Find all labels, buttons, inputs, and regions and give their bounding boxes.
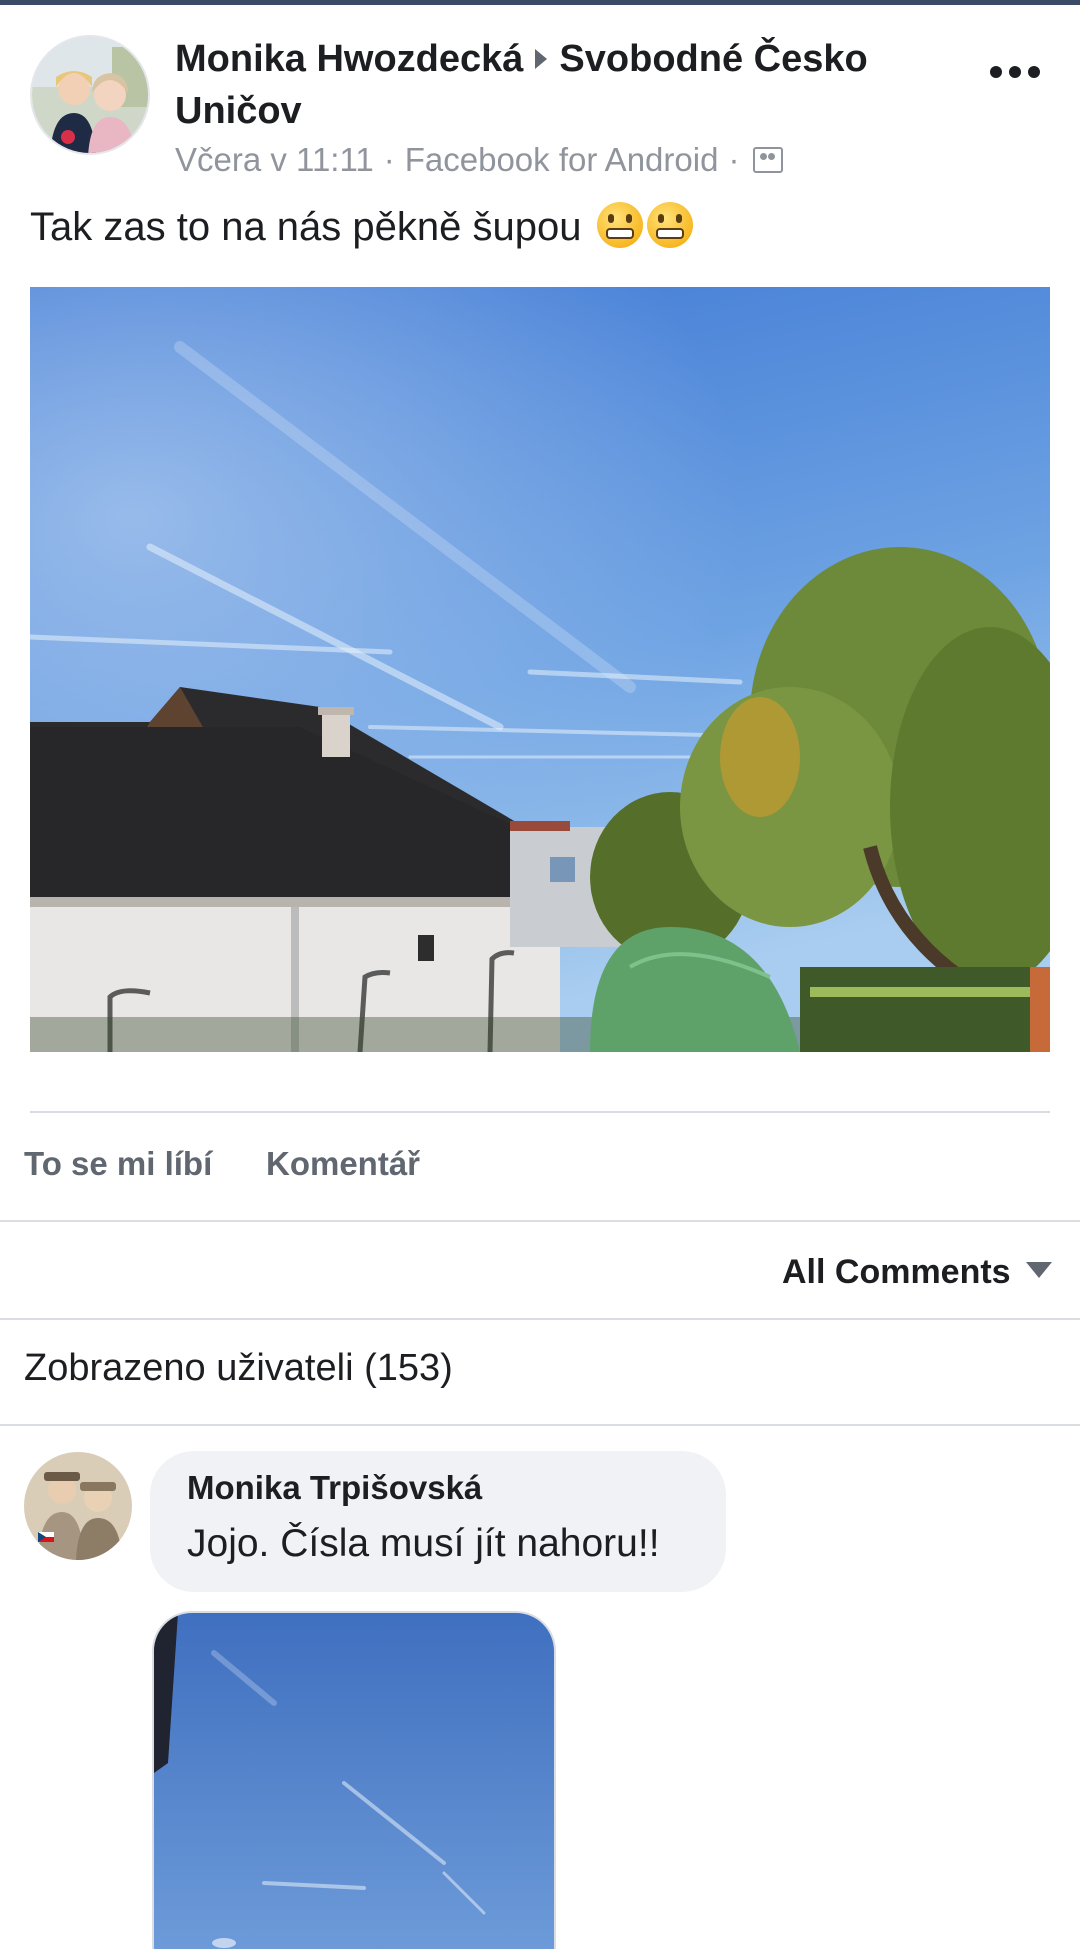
post-photo[interactable] (30, 287, 1050, 1052)
post-timestamp[interactable]: Včera v 11:11 (175, 141, 374, 179)
comments-sort-dropdown[interactable]: All Comments (782, 1253, 1011, 1292)
comments-divider (0, 1220, 1080, 1222)
actions-divider (30, 1111, 1050, 1113)
more-options-button[interactable] (985, 57, 1045, 87)
sort-divider (0, 1318, 1080, 1320)
post-source: Facebook for Android (404, 141, 719, 178)
share-arrow-icon (535, 48, 548, 69)
seen-divider (0, 1424, 1080, 1426)
caret-down-icon[interactable] (1026, 1262, 1052, 1278)
meta-separator: · (728, 141, 740, 178)
author-avatar[interactable] (30, 35, 150, 155)
grimacing-emoji-icon (646, 202, 693, 249)
grimacing-emoji-icon (596, 202, 643, 249)
comment-text: Jojo. Čísla musí jít nahoru!! (187, 1522, 660, 1565)
group-icon (753, 147, 784, 173)
comment-bubble[interactable]: Monika Trpišovská Jojo. Čísla musí jít n… (150, 1451, 726, 1592)
post-meta: Včera v 11:11 · Facebook for Android · (175, 141, 784, 179)
seen-by-count[interactable]: Zobrazeno uživateli (153) (24, 1347, 453, 1390)
more-dots-icon (990, 66, 1002, 78)
post-text-content: Tak zas to na nás pěkně šupou (30, 205, 582, 249)
comment-author[interactable]: Monika Trpišovská (187, 1469, 482, 1507)
post-header: Monika Hwozdecká Svobodné Česko Uničov Vč… (0, 5, 1080, 180)
more-dots-icon (1028, 66, 1040, 78)
post-text: Tak zas to na nás pěkně šupou (30, 202, 693, 252)
comment-button[interactable]: Komentář (266, 1145, 420, 1183)
meta-separator: · (383, 141, 395, 178)
post-title: Monika Hwozdecká Svobodné Česko Uničov (175, 33, 975, 137)
comment-photo[interactable] (152, 1611, 556, 1949)
author-name[interactable]: Monika Hwozdecká (175, 38, 523, 80)
more-dots-icon (1009, 66, 1021, 78)
like-button[interactable]: To se mi líbí (24, 1145, 212, 1183)
commenter-avatar[interactable] (24, 1452, 132, 1560)
